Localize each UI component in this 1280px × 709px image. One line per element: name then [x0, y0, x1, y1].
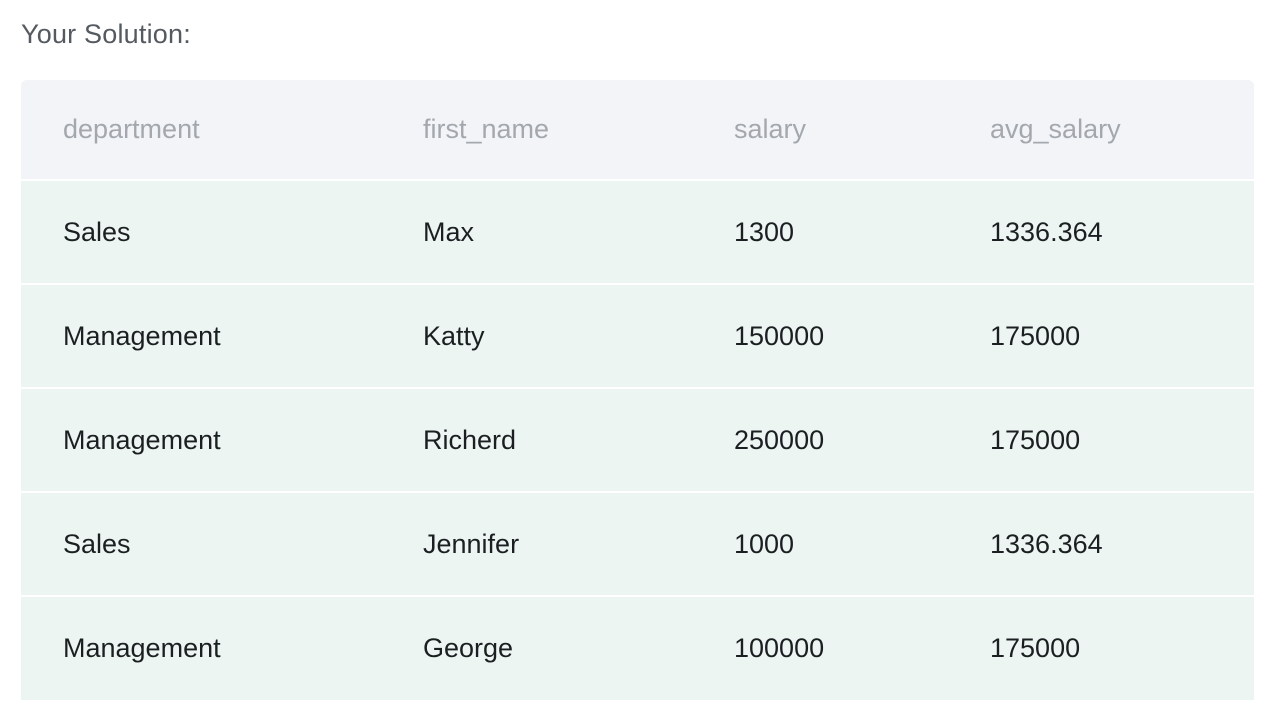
- result-table: department first_name salary avg_salary …: [21, 80, 1254, 700]
- table-header-row: department first_name salary avg_salary: [21, 80, 1254, 180]
- cell-department: Sales: [63, 528, 131, 559]
- cell-department: Management: [63, 320, 221, 351]
- cell-first-name: Richerd: [423, 424, 517, 455]
- solution-panel: Your Solution: department first_name sal…: [0, 0, 1280, 709]
- cell-salary: 1000: [734, 528, 795, 559]
- cell-department: Sales: [63, 216, 131, 247]
- cell-first-name: Katty: [423, 320, 485, 351]
- cell-first-name: Max: [423, 216, 475, 247]
- cell-avg-salary: 1336.364: [990, 528, 1103, 559]
- table-row: Sales Max 1300 1336.364: [21, 180, 1254, 284]
- cell-department: Management: [63, 424, 221, 455]
- cell-avg-salary: 175000: [990, 633, 1081, 663]
- table-row: Management Richerd 250000 175000: [21, 388, 1254, 492]
- cell-avg-salary: 175000: [990, 320, 1081, 351]
- cell-salary: 250000: [734, 424, 825, 455]
- cell-salary: 100000: [734, 633, 825, 663]
- cell-salary: 1300: [734, 216, 795, 247]
- column-header-salary: salary: [734, 114, 807, 144]
- solution-heading: Your Solution:: [21, 19, 191, 49]
- table-row: Sales Jennifer 1000 1336.364: [21, 492, 1254, 596]
- cell-first-name: Jennifer: [423, 528, 520, 559]
- cell-salary: 150000: [734, 320, 825, 351]
- table-row: Management George 100000 175000: [21, 596, 1254, 700]
- cell-avg-salary: 1336.364: [990, 216, 1103, 247]
- column-header-avg-salary: avg_salary: [990, 114, 1121, 144]
- cell-avg-salary: 175000: [990, 424, 1081, 455]
- cell-first-name: George: [423, 633, 514, 663]
- table-row: Management Katty 150000 175000: [21, 284, 1254, 388]
- cell-department: Management: [63, 633, 221, 663]
- column-header-first-name: first_name: [423, 114, 550, 144]
- column-header-department: department: [63, 114, 200, 144]
